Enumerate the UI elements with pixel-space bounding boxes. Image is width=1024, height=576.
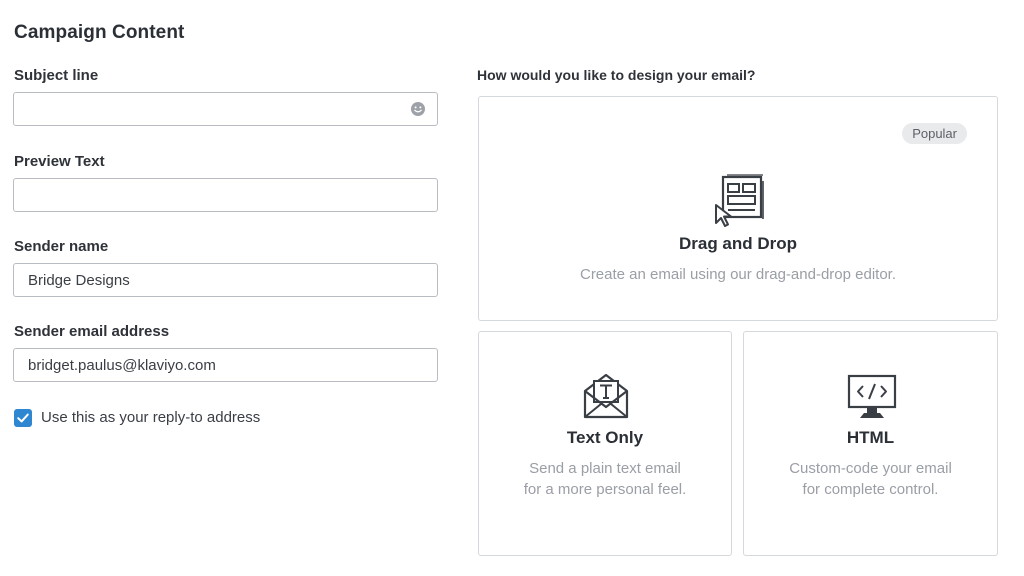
sender-name-label: Sender name [14,238,109,255]
html-card[interactable]: HTML Custom-code your email for complete… [743,331,998,556]
code-monitor-icon [847,374,897,418]
subject-line-input[interactable] [13,92,438,126]
text-only-title: Text Only [566,428,644,447]
text-only-description: Send a plain text email for a more perso… [523,460,687,498]
preview-text-input[interactable] [13,178,438,212]
drag-and-drop-title: Drag and Drop [678,234,798,253]
drag-and-drop-description: Create an email using our drag-and-drop … [579,266,897,283]
sender-email-label: Sender email address [14,323,170,340]
checkmark-icon [17,413,29,423]
html-description: Custom-code your email for complete cont… [789,460,952,498]
drag-and-drop-card[interactable]: Popular Drag and Drop Create an email us… [478,96,998,321]
preview-text-label: Preview Text [14,153,105,170]
subject-line-label: Subject line [14,67,99,84]
html-title: HTML [846,428,895,447]
page-title: Campaign Content [14,22,185,43]
popular-badge: Popular [902,123,967,144]
sender-name-input[interactable] [13,263,438,297]
reply-to-checkbox[interactable] [14,409,32,427]
sender-email-input[interactable] [13,348,438,382]
campaign-content-page: Campaign Content Subject line Preview Te… [0,0,1024,576]
text-envelope-icon [583,373,629,419]
drag-drop-icon [715,174,764,227]
text-only-card[interactable]: Text Only Send a plain text email for a … [478,331,732,556]
emoji-icon[interactable] [409,100,427,118]
design-question: How would you like to design your email? [477,67,756,83]
reply-to-label: Use this as your reply-to address [41,409,261,426]
